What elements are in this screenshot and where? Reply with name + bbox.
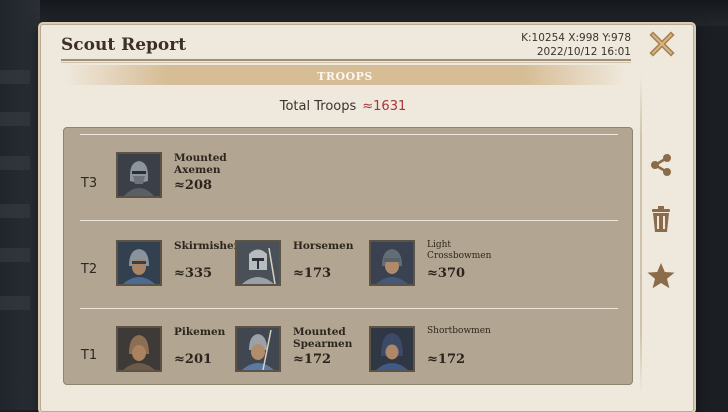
unit-portrait-mounted-axemen [116,152,162,198]
share-icon [651,154,671,176]
troop-list: T3 Mounted Axemen ≈208 T2 Skirmishers ≈3… [63,127,633,385]
game-background-top [0,0,728,26]
unit-count-mounted-spearmen: ≈172 [293,352,332,367]
unit-portrait-light-crossbowmen [369,240,415,286]
unit-count-skirmishers: ≈335 [174,266,213,281]
title-divider [61,59,631,61]
unit-name-shortbowmen: Shortbowmen [427,326,491,336]
unit-mounted-spearmen[interactable]: Mounted Spearmen ≈172 [235,326,355,376]
unit-portrait-horsemen [235,240,281,286]
delete-button[interactable] [647,205,675,233]
row-divider [80,308,618,309]
unit-count-mounted-axemen: ≈208 [174,178,213,193]
report-datetime: 2022/10/12 16:01 [536,46,631,58]
unit-name-mounted-axemen: Mounted Axemen [174,152,227,176]
close-icon [649,31,675,57]
row-divider [80,134,618,135]
unit-skirmishers[interactable]: Skirmishers ≈335 [116,240,245,290]
tier-label-t1: T1 [80,348,98,363]
tier-label-t2: T2 [80,262,98,277]
unit-name-mounted-spearmen: Mounted Spearmen [293,326,353,350]
trash-icon [652,206,670,232]
unit-pikemen[interactable]: Pikemen ≈201 [116,326,236,376]
share-button[interactable] [647,151,675,179]
unit-name-horsemen: Horsemen [293,240,354,252]
scout-report-panel: Scout Report K:10254 X:998 Y:978 2022/10… [40,24,694,412]
coordinates-text: K:10254 X:998 Y:978 [521,32,631,44]
troops-section-header: TROOPS [65,65,625,85]
favorite-button[interactable] [646,261,675,289]
unit-count-pikemen: ≈201 [174,352,213,367]
unit-count-light-crossbowmen: ≈370 [427,266,466,281]
report-meta: K:10254 X:998 Y:978 2022/10/12 16:01 [521,31,631,59]
unit-shortbowmen[interactable]: Shortbowmen ≈172 [369,326,509,376]
unit-mounted-axemen[interactable]: Mounted Axemen ≈208 [116,152,236,202]
close-button[interactable] [649,31,675,57]
unit-portrait-skirmishers [116,240,162,286]
unit-light-crossbowmen[interactable]: Light Crossbowmen ≈370 [369,240,509,290]
tier-label-t3: T3 [80,176,98,191]
total-troops: Total Troops ≈1631 [41,99,645,114]
unit-portrait-shortbowmen [369,326,415,372]
unit-portrait-pikemen [116,326,162,372]
side-rail-divider [640,75,642,395]
unit-name-light-crossbowmen: Light Crossbowmen [427,240,492,261]
unit-count-horsemen: ≈173 [293,266,332,281]
panel-title: Scout Report [61,35,187,55]
row-divider [80,220,618,221]
game-background-left [0,0,40,410]
unit-portrait-mounted-spearmen [235,326,281,372]
title-divider-thin [61,62,631,63]
total-troops-value: ≈1631 [362,99,407,114]
total-troops-label: Total Troops [279,99,357,114]
star-icon [647,263,675,289]
unit-horsemen[interactable]: Horsemen ≈173 [235,240,355,290]
section-label: TROOPS [317,70,373,83]
unit-count-shortbowmen: ≈172 [427,352,466,367]
